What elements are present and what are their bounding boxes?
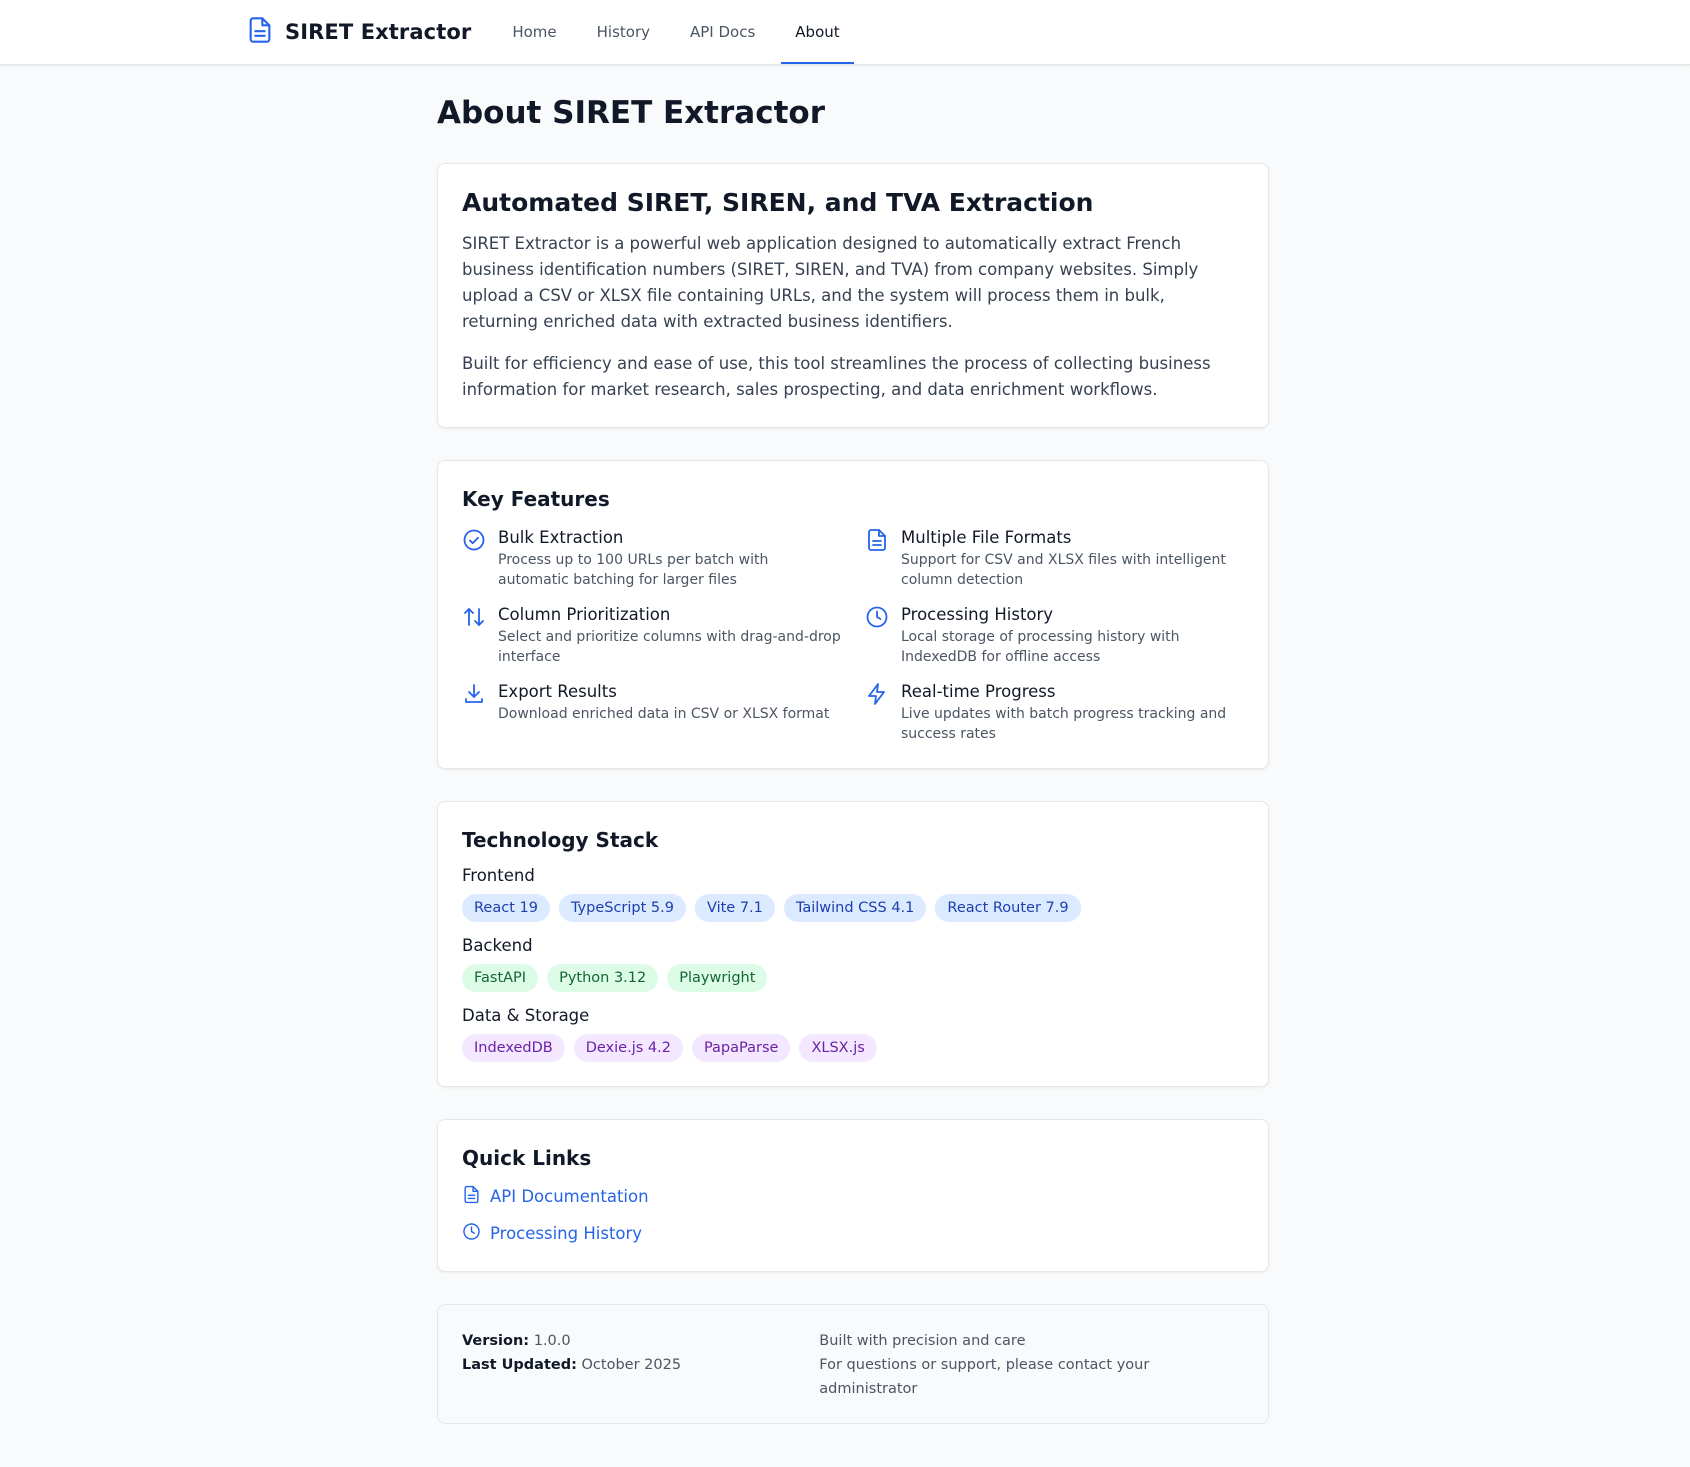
brand[interactable]: SIRET Extractor (246, 16, 471, 48)
document-icon (246, 16, 274, 48)
clock-icon (462, 1222, 481, 1245)
download-icon (462, 682, 486, 706)
features-grid: Bulk Extraction Process up to 100 URLs p… (462, 527, 1244, 744)
tech-tag: Dexie.js 4.2 (573, 1034, 683, 1062)
main-content: About SIRET Extractor Automated SIRET, S… (437, 65, 1269, 1424)
feature-item: Column Prioritization Select and priorit… (462, 604, 841, 667)
clock-icon (865, 605, 889, 629)
top-navbar: SIRET Extractor Home History API Docs Ab… (0, 0, 1690, 65)
feature-description: Live updates with batch progress trackin… (901, 706, 1227, 742)
tech-tag: React 19 (462, 894, 550, 922)
check-circle-icon (462, 528, 486, 552)
document-icon (462, 1185, 481, 1208)
footer-tagline: Built with precision and care (819, 1333, 1026, 1349)
tech-tags-data: IndexedDB Dexie.js 4.2 PapaParse XLSX.js (462, 1034, 1244, 1062)
features-heading: Key Features (462, 487, 610, 511)
intro-heading: Automated SIRET, SIREN, and TVA Extracti… (462, 188, 1094, 217)
feature-item: Bulk Extraction Process up to 100 URLs p… (462, 527, 841, 590)
feature-description: Process up to 100 URLs per batch with au… (498, 552, 769, 588)
tech-tag: FastAPI (462, 964, 539, 992)
tech-group-label-frontend: Frontend (462, 866, 535, 885)
tech-stack-card: Technology Stack Frontend React 19 TypeS… (437, 801, 1269, 1087)
tech-group-label-backend: Backend (462, 936, 533, 955)
intro-paragraph-2: Built for efficiency and ease of use, th… (462, 354, 1211, 399)
tech-tag: TypeScript 5.9 (558, 894, 686, 922)
footer-support: For questions or support, please contact… (819, 1357, 1150, 1397)
link-label: Processing History (490, 1224, 643, 1243)
feature-title: Processing History (901, 605, 1054, 624)
arrows-up-down-icon (462, 605, 486, 629)
tech-heading: Technology Stack (462, 828, 659, 852)
intro-paragraph-1: SIRET Extractor is a powerful web applic… (462, 234, 1199, 331)
api-documentation-link[interactable]: API Documentation (462, 1185, 1244, 1208)
feature-title: Export Results (498, 682, 617, 701)
nav-history[interactable]: History (583, 0, 664, 64)
nav-api-docs[interactable]: API Docs (676, 0, 769, 64)
feature-item: Multiple File Formats Support for CSV an… (865, 527, 1244, 590)
nav-about[interactable]: About (781, 0, 855, 64)
version-label: Version: (462, 1333, 530, 1349)
quick-links-heading: Quick Links (462, 1146, 592, 1170)
nav-home[interactable]: Home (498, 0, 570, 64)
tech-tag: Vite 7.1 (694, 894, 775, 922)
feature-description: Select and prioritize columns with drag-… (498, 629, 841, 665)
intro-card: Automated SIRET, SIREN, and TVA Extracti… (437, 163, 1269, 428)
feature-title: Multiple File Formats (901, 528, 1072, 547)
lightning-icon (865, 682, 889, 706)
link-label: API Documentation (490, 1187, 649, 1206)
tech-tag: React Router 7.9 (935, 894, 1081, 922)
document-icon (865, 528, 889, 552)
tech-tags-frontend: React 19 TypeScript 5.9 Vite 7.1 Tailwin… (462, 894, 1244, 922)
app-title: SIRET Extractor (285, 20, 472, 44)
tech-tags-backend: FastAPI Python 3.12 Playwright (462, 964, 1244, 992)
feature-title: Bulk Extraction (498, 528, 624, 547)
tech-tag: PapaParse (691, 1034, 791, 1062)
feature-title: Column Prioritization (498, 605, 671, 624)
feature-description: Local storage of processing history with… (901, 629, 1180, 665)
tech-tag: Tailwind CSS 4.1 (783, 894, 927, 922)
tech-tag: IndexedDB (462, 1034, 565, 1062)
updated-label: Last Updated: (462, 1357, 577, 1373)
features-card: Key Features Bulk Extraction Process up … (437, 460, 1269, 769)
version-value: 1.0.0 (533, 1333, 571, 1349)
about-footer: Version: 1.0.0 Last Updated: October 202… (437, 1304, 1269, 1424)
tech-group-label-data: Data & Storage (462, 1006, 590, 1025)
processing-history-link[interactable]: Processing History (462, 1222, 1244, 1245)
feature-description: Support for CSV and XLSX files with inte… (901, 552, 1226, 588)
feature-item: Processing History Local storage of proc… (865, 604, 1244, 667)
quick-links-card: Quick Links API Documentation Processing… (437, 1119, 1269, 1272)
feature-title: Real-time Progress (901, 682, 1056, 701)
page-title: About SIRET Extractor (437, 95, 825, 131)
feature-item: Real-time Progress Live updates with bat… (865, 681, 1244, 744)
feature-description: Download enriched data in CSV or XLSX fo… (498, 706, 830, 722)
tech-tag: Playwright (667, 964, 768, 992)
updated-value: October 2025 (581, 1357, 682, 1373)
tech-tag: XLSX.js (799, 1034, 877, 1062)
updated-line: Last Updated: October 2025 (462, 1353, 819, 1377)
feature-item: Export Results Download enriched data in… (462, 681, 841, 744)
tech-tag: Python 3.12 (547, 964, 659, 992)
version-line: Version: 1.0.0 (462, 1329, 819, 1353)
